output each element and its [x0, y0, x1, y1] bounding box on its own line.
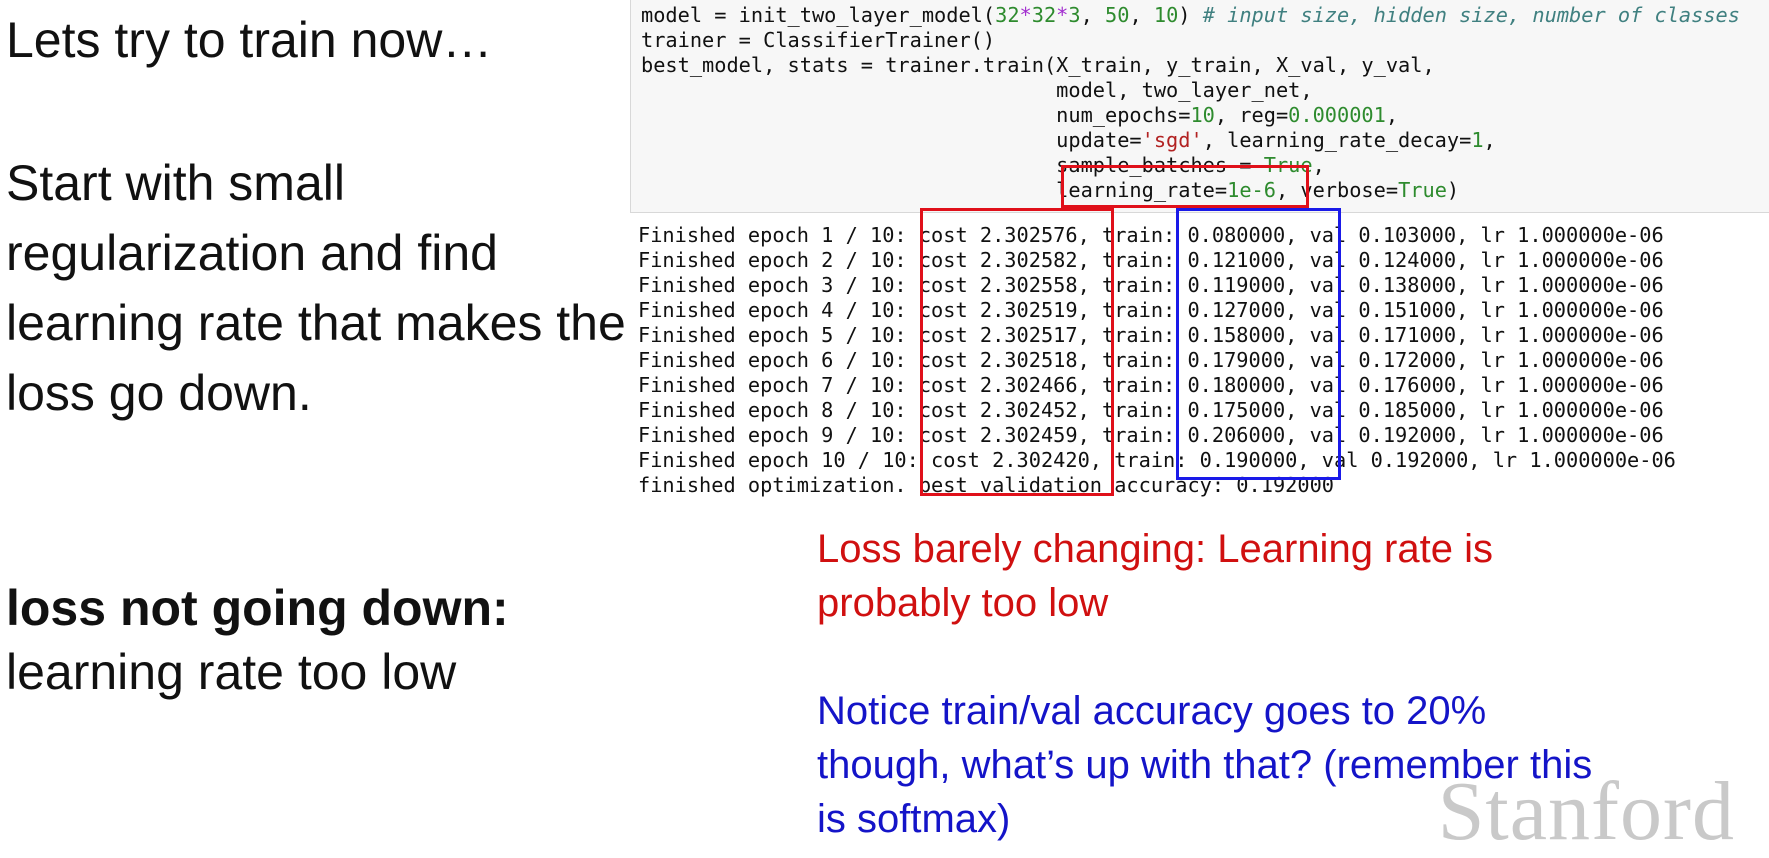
code-line-4: model, two_layer_net,	[641, 78, 1313, 102]
slide-conclusion: loss not going down: learning rate too l…	[6, 576, 509, 704]
code-comment: # input size, hidden size, number of cla…	[1202, 3, 1740, 27]
loss-annotation: Loss barely changing: Learning rate is p…	[817, 527, 1493, 625]
conclusion-text: learning rate too low	[6, 644, 457, 700]
accuracy-column-highlight-box	[1176, 208, 1341, 480]
output-line: Finished epoch 5 / 10: cost 2.302517, tr…	[638, 323, 1664, 347]
stanford-logo: Stanford	[1437, 765, 1735, 858]
output-line: Finished epoch 7 / 10: cost 2.302466, tr…	[638, 373, 1664, 397]
code-line-2: trainer = ClassifierTrainer()	[641, 28, 996, 52]
learning-rate-highlight-box	[1061, 165, 1309, 208]
code-line-6: update='sgd', learning_rate_decay=1,	[641, 128, 1496, 152]
code-line-1: model = init_two_layer_model(32*32*3, 50…	[641, 3, 1740, 27]
output-line: Finished epoch 3 / 10: cost 2.302558, tr…	[638, 273, 1664, 297]
slide-body-text: Start with small regularization and find…	[6, 155, 626, 421]
output-line: Finished epoch 9 / 10: cost 2.302459, tr…	[638, 423, 1664, 447]
cost-column-highlight-box	[920, 208, 1114, 496]
output-line: Finished epoch 10 / 10: cost 2.302420, t…	[638, 448, 1676, 472]
code-line-3: best_model, stats = trainer.train(X_trai…	[641, 53, 1435, 77]
output-line: Finished epoch 1 / 10: cost 2.302576, tr…	[638, 223, 1664, 247]
output-line: Finished epoch 2 / 10: cost 2.302582, tr…	[638, 248, 1664, 272]
output-line: Finished epoch 4 / 10: cost 2.302519, tr…	[638, 298, 1664, 322]
slide-title: Lets try to train now…	[6, 12, 493, 68]
output-line: Finished epoch 8 / 10: cost 2.302452, tr…	[638, 398, 1664, 422]
code-line-8: learning_rate=1e-6, verbose=True)	[641, 178, 1460, 202]
code-line-5: num_epochs=10, reg=0.000001,	[641, 103, 1399, 127]
output-line: Finished epoch 6 / 10: cost 2.302518, tr…	[638, 348, 1664, 372]
conclusion-heading: loss not going down:	[6, 580, 509, 636]
